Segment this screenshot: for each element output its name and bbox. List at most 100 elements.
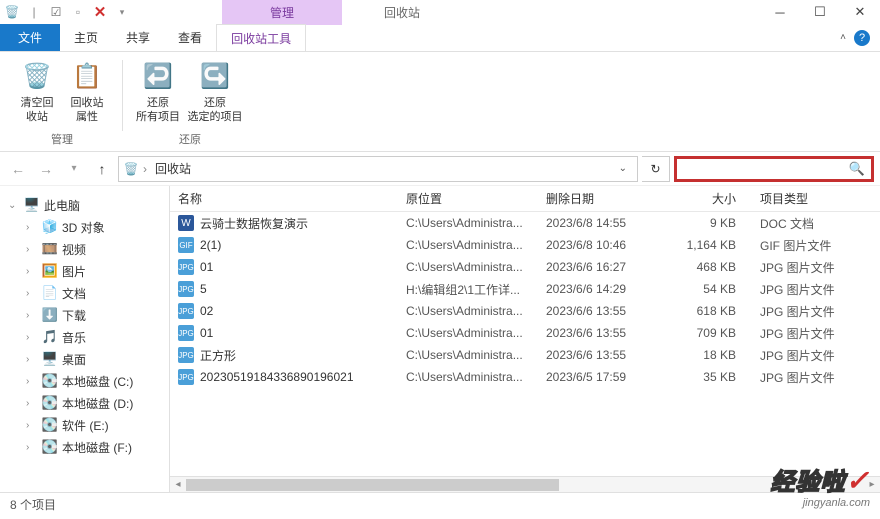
folder-icon: 💽 bbox=[42, 395, 58, 411]
tree-item[interactable]: › 💽 本地磁盘 (D:) bbox=[4, 392, 165, 414]
context-tab-manage[interactable]: 管理 bbox=[222, 0, 342, 25]
cell-type: JPG 图片文件 bbox=[744, 369, 880, 386]
nav-history-dropdown[interactable]: ▾ bbox=[62, 157, 86, 181]
search-icon[interactable]: 🔍 bbox=[849, 161, 865, 177]
help-icon[interactable]: ? bbox=[854, 30, 870, 46]
cell-deleted: 2023/6/5 17:59 bbox=[538, 370, 664, 384]
restore-all-button[interactable]: ↩️ 还原 所有项目 bbox=[135, 56, 181, 127]
nav-up-button[interactable]: ↑ bbox=[90, 157, 114, 181]
tree-item[interactable]: › 📄 文档 bbox=[4, 282, 165, 304]
tree-item[interactable]: › 🎵 音乐 bbox=[4, 326, 165, 348]
tree-this-pc[interactable]: ⌄ 🖥️ 此电脑 bbox=[4, 194, 165, 216]
breadcrumb-item[interactable]: 回收站 bbox=[151, 160, 195, 177]
tree-label: 下载 bbox=[62, 307, 86, 324]
recycle-bin-icon[interactable]: 🗑️ bbox=[2, 2, 22, 22]
scroll-track[interactable] bbox=[186, 479, 864, 491]
tree-toggle-icon[interactable]: › bbox=[26, 332, 38, 343]
cell-size: 18 KB bbox=[664, 348, 744, 362]
scroll-thumb[interactable] bbox=[186, 479, 559, 491]
tree-toggle-icon[interactable]: › bbox=[26, 222, 38, 233]
cell-type: DOC 文档 bbox=[744, 215, 880, 232]
cell-origin: C:\Users\Administra... bbox=[398, 348, 538, 362]
close-button[interactable]: ✕ bbox=[840, 0, 880, 24]
file-row[interactable]: JPG 02 C:\Users\Administra... 2023/6/6 1… bbox=[170, 300, 880, 322]
tree-toggle-icon[interactable]: › bbox=[26, 354, 38, 365]
tree-toggle-icon[interactable]: › bbox=[26, 244, 38, 255]
tree-toggle-icon[interactable]: › bbox=[26, 398, 38, 409]
refresh-button[interactable]: ↻ bbox=[642, 156, 670, 182]
maximize-button[interactable]: ☐ bbox=[800, 0, 840, 24]
checkbox-icon[interactable]: ☑ bbox=[46, 2, 66, 22]
search-box[interactable]: 🔍 bbox=[674, 156, 874, 182]
column-type[interactable]: 项目类型 bbox=[744, 190, 880, 207]
restore-all-icon: ↩️ bbox=[142, 60, 174, 92]
tree-toggle-icon[interactable]: › bbox=[26, 266, 38, 277]
tree-toggle-icon[interactable]: › bbox=[26, 442, 38, 453]
tree-label: 文档 bbox=[62, 285, 86, 302]
column-deleted-date[interactable]: 删除日期 bbox=[538, 190, 664, 207]
tree-toggle-icon[interactable]: › bbox=[26, 376, 38, 387]
folder-icon[interactable]: ▫ bbox=[68, 2, 88, 22]
nav-forward-button[interactable]: → bbox=[34, 157, 58, 181]
file-row[interactable]: JPG 正方形 C:\Users\Administra... 2023/6/6 … bbox=[170, 344, 880, 366]
search-input[interactable] bbox=[683, 162, 849, 176]
tab-file[interactable]: 文件 bbox=[0, 24, 60, 51]
titlebar: 🗑️ | ☑ ▫ ✕ ▾ 管理 回收站 ─ ☐ ✕ bbox=[0, 0, 880, 24]
file-row[interactable]: JPG 20230519184336890196021 C:\Users\Adm… bbox=[170, 366, 880, 388]
close-red-icon[interactable]: ✕ bbox=[90, 2, 110, 22]
address-bar[interactable]: 🗑️ › 回收站 ⌄ bbox=[118, 156, 638, 182]
column-size[interactable]: 大小 bbox=[664, 190, 744, 207]
watermark: 经验啦✓ jingyanla.com bbox=[771, 462, 870, 509]
tab-recycle-tools[interactable]: 回收站工具 bbox=[216, 24, 306, 51]
tree-label: 3D 对象 bbox=[62, 219, 105, 236]
tree-item[interactable]: › 💽 本地磁盘 (C:) bbox=[4, 370, 165, 392]
chevron-right-icon[interactable]: › bbox=[143, 162, 147, 176]
ribbon-separator bbox=[122, 60, 123, 131]
tree-toggle-icon[interactable]: ⌄ bbox=[8, 200, 20, 211]
minimize-button[interactable]: ─ bbox=[760, 0, 800, 24]
tree-item[interactable]: › ⬇️ 下载 bbox=[4, 304, 165, 326]
cell-deleted: 2023/6/6 13:55 bbox=[538, 304, 664, 318]
empty-recycle-icon: 🗑️ bbox=[21, 60, 53, 92]
tree-item[interactable]: › 🖼️ 图片 bbox=[4, 260, 165, 282]
window-controls: ─ ☐ ✕ bbox=[760, 0, 880, 24]
tab-view[interactable]: 查看 bbox=[164, 24, 216, 51]
scroll-left-icon[interactable]: ◂ bbox=[170, 479, 186, 490]
recycle-properties-button[interactable]: 📋 回收站 属性 bbox=[64, 56, 110, 127]
file-name: 02 bbox=[200, 304, 213, 318]
tree-label: 桌面 bbox=[62, 351, 86, 368]
file-row[interactable]: GIF 2(1) C:\Users\Administra... 2023/6/8… bbox=[170, 234, 880, 256]
restore-selected-button[interactable]: ↪️ 还原 选定的项目 bbox=[185, 56, 245, 127]
tab-share[interactable]: 共享 bbox=[112, 24, 164, 51]
tree-toggle-icon[interactable]: › bbox=[26, 288, 38, 299]
tree-toggle-icon[interactable]: › bbox=[26, 310, 38, 321]
column-name[interactable]: 名称 bbox=[170, 190, 398, 207]
tree-item[interactable]: › 💽 本地磁盘 (F:) bbox=[4, 436, 165, 458]
nav-back-button[interactable]: ← bbox=[6, 157, 30, 181]
file-row[interactable]: JPG 5 H:\编辑组2\1工作详... 2023/6/6 14:29 54 … bbox=[170, 278, 880, 300]
column-origin[interactable]: 原位置 bbox=[398, 190, 538, 207]
tree-label: 本地磁盘 (C:) bbox=[62, 373, 133, 390]
navigation-bar: ← → ▾ ↑ 🗑️ › 回收站 ⌄ ↻ 🔍 bbox=[0, 152, 880, 186]
cell-deleted: 2023/6/8 14:55 bbox=[538, 216, 664, 230]
file-row[interactable]: JPG 01 C:\Users\Administra... 2023/6/6 1… bbox=[170, 322, 880, 344]
collapse-ribbon-icon[interactable]: ˄ bbox=[840, 32, 846, 43]
ribbon-tabs: 文件 主页 共享 查看 回收站工具 ˄ ? bbox=[0, 24, 880, 52]
ribbon-group-label: 管理 bbox=[51, 127, 73, 151]
tree-item[interactable]: › 💽 软件 (E:) bbox=[4, 414, 165, 436]
folder-icon: 💽 bbox=[42, 439, 58, 455]
address-dropdown-icon[interactable]: ⌄ bbox=[613, 163, 633, 174]
file-name: 01 bbox=[200, 326, 213, 340]
cell-deleted: 2023/6/6 16:27 bbox=[538, 260, 664, 274]
tab-home[interactable]: 主页 bbox=[60, 24, 112, 51]
file-row[interactable]: W 云骑士数据恢复演示 C:\Users\Administra... 2023/… bbox=[170, 212, 880, 234]
dropdown-icon[interactable]: ▾ bbox=[112, 2, 132, 22]
file-row[interactable]: JPG 01 C:\Users\Administra... 2023/6/6 1… bbox=[170, 256, 880, 278]
tree-toggle-icon[interactable]: › bbox=[26, 420, 38, 431]
tree-item[interactable]: › 🧊 3D 对象 bbox=[4, 216, 165, 238]
tree-item[interactable]: › 🎞️ 视频 bbox=[4, 238, 165, 260]
cell-type: JPG 图片文件 bbox=[744, 259, 880, 276]
cell-name: JPG 20230519184336890196021 bbox=[170, 369, 398, 385]
tree-item[interactable]: › 🖥️ 桌面 bbox=[4, 348, 165, 370]
empty-recycle-button[interactable]: 🗑️ 清空回 收站 bbox=[14, 56, 60, 127]
